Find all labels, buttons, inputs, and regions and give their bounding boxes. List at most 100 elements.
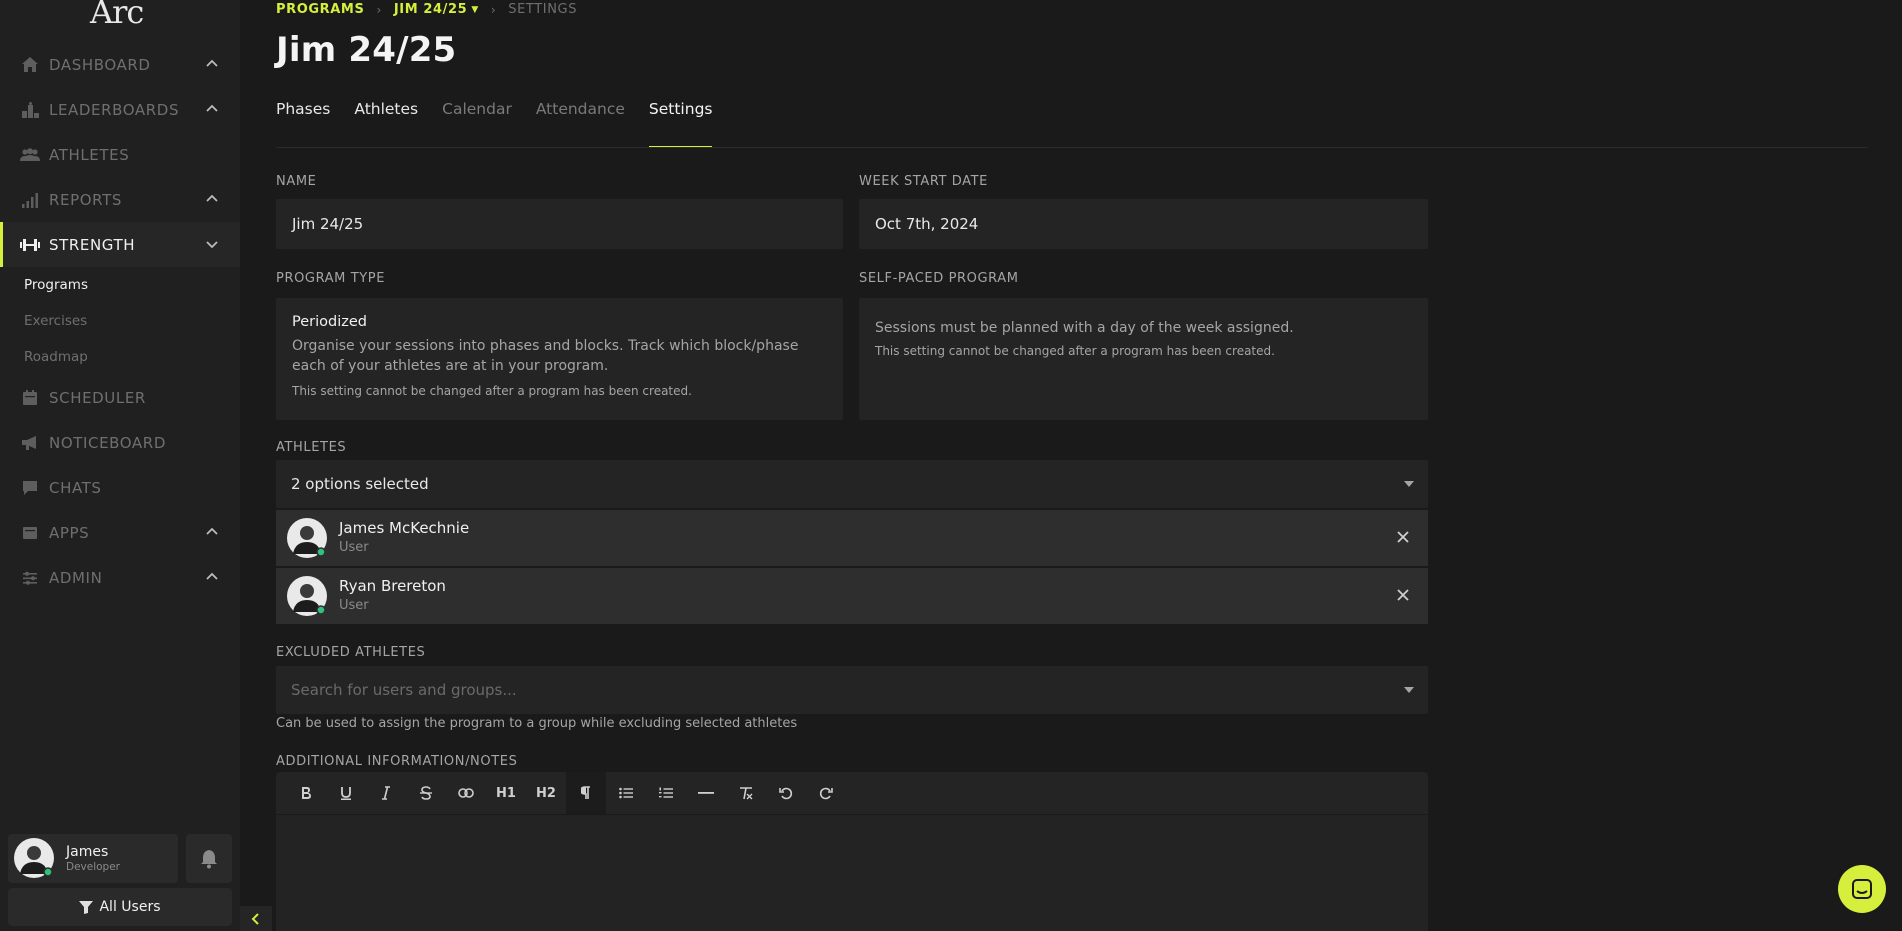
sidebar-item-label: Reports — [49, 190, 122, 209]
chevron-up-icon[interactable] — [204, 524, 220, 540]
list-item: James McKechnie User — [276, 510, 1428, 566]
leaderboard-icon — [20, 101, 40, 119]
avatar — [287, 576, 327, 616]
arc-logo[interactable]: Arc — [88, 0, 158, 32]
program-type-note: This setting cannot be changed after a p… — [292, 384, 692, 398]
close-icon[interactable] — [1396, 530, 1410, 544]
chevron-up-icon[interactable] — [204, 56, 220, 72]
athlete-name: Ryan Brereton — [339, 577, 446, 595]
calendar-icon — [20, 389, 40, 407]
sidebar-item-athletes[interactable]: Athletes — [0, 132, 240, 177]
notes-editor[interactable] — [276, 814, 1428, 931]
sidebar-subitem-roadmap[interactable]: Roadmap — [0, 339, 240, 375]
sidebar-item-dashboard[interactable]: Dashboard — [0, 42, 240, 87]
chevron-down-icon[interactable] — [204, 236, 220, 252]
chevron-right-icon: › — [376, 2, 382, 17]
sidebar-item-label: Admin — [49, 568, 103, 587]
sidebar-item-reports[interactable]: Reports — [0, 177, 240, 222]
sidebar-subitem-programs[interactable]: Programs — [0, 267, 240, 303]
underline-icon[interactable] — [326, 772, 366, 814]
excluded-athletes-placeholder: Search for users and groups... — [291, 681, 517, 699]
tab-settings[interactable]: Settings — [648, 92, 712, 148]
ordered-list-icon[interactable] — [646, 772, 686, 814]
redo-icon[interactable] — [806, 772, 846, 814]
week-start-date-field[interactable]: Oct 7th, 2024 — [859, 199, 1428, 249]
excluded-athletes-select[interactable]: Search for users and groups... — [276, 666, 1428, 714]
sidebar-item-label: Dashboard — [49, 55, 151, 74]
program-type-box: Periodized Organise your sessions into p… — [276, 298, 843, 420]
sidebar-item-admin[interactable]: Admin — [0, 555, 240, 600]
sidebar-item-label: Leaderboards — [49, 100, 180, 119]
heading-1-icon[interactable]: H1 — [486, 772, 526, 814]
excluded-athletes-label: EXCLUDED ATHLETES — [276, 645, 426, 660]
sidebar-subitem-exercises[interactable]: Exercises — [0, 303, 240, 339]
sidebar-nav: Dashboard Leaderboards Athletes — [0, 42, 240, 600]
heading-2-icon[interactable]: H2 — [526, 772, 566, 814]
undo-icon[interactable] — [766, 772, 806, 814]
week-start-label: WEEK START DATE — [859, 174, 988, 189]
sidebar-item-noticeboard[interactable]: Noticeboard — [0, 420, 240, 465]
sidebar-item-leaderboards[interactable]: Leaderboards — [0, 87, 240, 132]
program-type-label: PROGRAM TYPE — [276, 271, 386, 286]
sidebar-item-apps[interactable]: Apps — [0, 510, 240, 555]
name-label: NAME — [276, 174, 317, 189]
bold-icon[interactable] — [286, 772, 326, 814]
name-field[interactable]: Jim 24/25 — [276, 199, 843, 249]
chevron-up-icon[interactable] — [204, 569, 220, 585]
avatar — [14, 838, 54, 878]
user-filter-button[interactable]: All Users — [8, 888, 232, 926]
caret-down-icon[interactable]: ▼ — [471, 5, 479, 15]
breadcrumb-programs[interactable]: PROGRAMS — [276, 2, 364, 17]
tab-divider — [276, 147, 1868, 148]
horizontal-rule-icon[interactable] — [686, 772, 726, 814]
paragraph-icon[interactable] — [566, 772, 606, 814]
app-root: Arc Dashboard Leaderboards — [0, 0, 1902, 931]
home-icon — [20, 56, 40, 74]
tab-calendar[interactable]: Calendar — [442, 92, 512, 148]
self-paced-note: This setting cannot be changed after a p… — [875, 344, 1275, 358]
name-value: Jim 24/25 — [292, 215, 364, 233]
notifications-button[interactable] — [186, 834, 232, 883]
sidebar: Arc Dashboard Leaderboards — [0, 0, 240, 931]
support-chat-button[interactable] — [1838, 865, 1886, 913]
link-icon[interactable] — [446, 772, 486, 814]
sidebar-item-strength[interactable]: Strength — [0, 222, 240, 267]
tab-athletes[interactable]: Athletes — [354, 92, 418, 148]
week-start-value: Oct 7th, 2024 — [875, 215, 979, 233]
sidebar-item-label: Apps — [49, 523, 90, 542]
sidebar-item-label: Scheduler — [49, 388, 146, 407]
athletes-select[interactable]: 2 options selected — [276, 460, 1428, 508]
user-filter-label: All Users — [99, 899, 161, 915]
strikethrough-icon[interactable] — [406, 772, 446, 814]
program-type-description: Organise your sessions into phases and b… — [292, 338, 799, 374]
user-role: Developer — [66, 861, 121, 873]
chevron-up-icon[interactable] — [204, 191, 220, 207]
megaphone-icon — [20, 434, 40, 452]
bullet-list-icon[interactable] — [606, 772, 646, 814]
user-name: James — [66, 844, 109, 860]
users-icon — [20, 146, 40, 164]
program-type-heading: Periodized — [292, 314, 367, 330]
tab-attendance[interactable]: Attendance — [536, 92, 625, 148]
close-icon[interactable] — [1396, 588, 1410, 602]
athletes-label: ATHLETES — [276, 440, 347, 455]
tab-phases[interactable]: Phases — [276, 92, 330, 148]
sidebar-item-chats[interactable]: Chats — [0, 465, 240, 510]
italic-icon[interactable] — [366, 772, 406, 814]
chat-icon — [1852, 879, 1872, 899]
apps-icon — [20, 524, 40, 542]
avatar — [287, 518, 327, 558]
bar-chart-icon — [20, 191, 40, 209]
breadcrumb-current: SETTINGS — [508, 2, 578, 17]
breadcrumb-program[interactable]: JIM 24/25 — [394, 2, 467, 17]
caret-down-icon — [1404, 687, 1414, 693]
self-paced-label: SELF-PACED PROGRAM — [859, 271, 1019, 286]
clear-format-icon[interactable] — [726, 772, 766, 814]
main-content: PROGRAMS › JIM 24/25 ▼ › SETTINGS Jim 24… — [240, 0, 1902, 931]
athlete-role: User — [339, 598, 369, 613]
self-paced-box: Sessions must be planned with a day of t… — [859, 298, 1428, 420]
chevron-up-icon[interactable] — [204, 101, 220, 117]
user-profile-card[interactable]: James Developer — [8, 834, 178, 883]
sidebar-item-label: Athletes — [49, 145, 130, 164]
sidebar-item-scheduler[interactable]: Scheduler — [0, 375, 240, 420]
